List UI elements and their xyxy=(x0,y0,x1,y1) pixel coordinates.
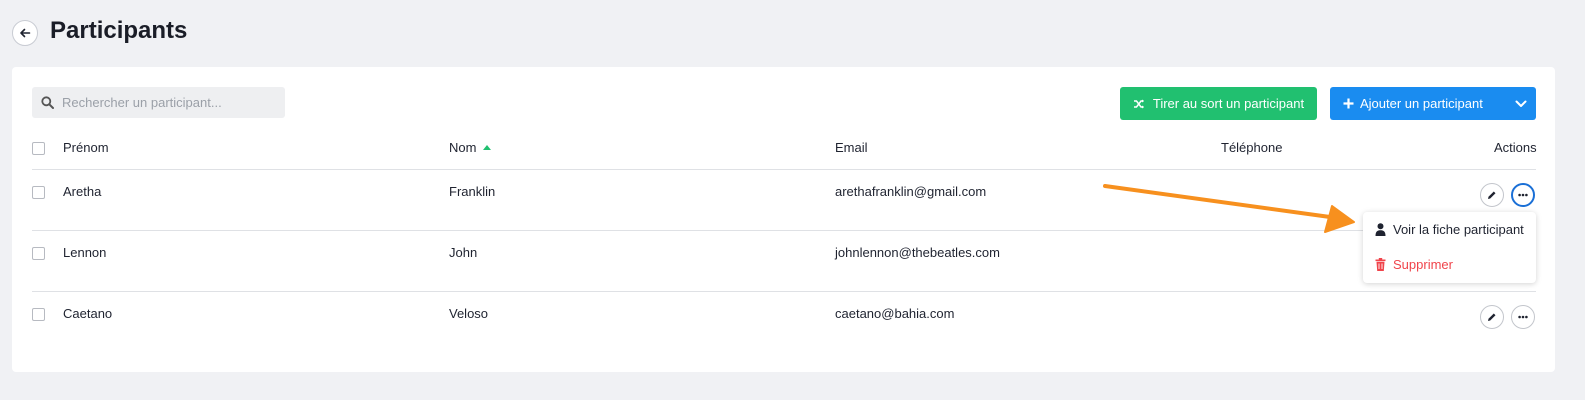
ellipsis-icon xyxy=(1518,315,1528,319)
pencil-icon xyxy=(1488,191,1496,199)
column-header-lastname[interactable]: Nom xyxy=(449,140,492,155)
ellipsis-icon xyxy=(1518,193,1528,197)
column-header-email[interactable]: Email xyxy=(835,140,868,155)
back-button[interactable] xyxy=(12,20,38,46)
cell-email: johnlennon@thebeatles.com xyxy=(835,245,1000,260)
sort-ascending-icon xyxy=(483,145,492,150)
menu-item-view-profile[interactable]: Voir la fiche participant xyxy=(1375,222,1524,237)
add-participant-button[interactable]: Ajouter un participant xyxy=(1330,87,1536,120)
plus-icon xyxy=(1343,98,1354,109)
add-participant-main[interactable]: Ajouter un participant xyxy=(1330,96,1506,111)
shuffle-icon xyxy=(1133,99,1144,108)
menu-item-view-label: Voir la fiche participant xyxy=(1393,222,1524,237)
column-header-phone[interactable]: Téléphone xyxy=(1221,140,1282,155)
arrow-left-icon xyxy=(20,28,31,38)
row-divider xyxy=(32,291,1536,292)
more-actions-button[interactable] xyxy=(1511,183,1535,207)
select-all-checkbox[interactable] xyxy=(32,142,45,155)
row-checkbox[interactable] xyxy=(32,186,45,199)
page-title: Participants xyxy=(50,17,188,44)
participants-card: Tirer au sort un participant Ajouter un … xyxy=(12,67,1555,372)
chevron-down-icon xyxy=(1515,100,1527,107)
row-checkbox[interactable] xyxy=(32,247,45,260)
more-actions-button[interactable] xyxy=(1511,305,1535,329)
row-checkbox[interactable] xyxy=(32,308,45,321)
row-actions-menu: Voir la fiche participant Supprimer xyxy=(1363,212,1536,283)
edit-button[interactable] xyxy=(1480,183,1504,207)
cell-lastname: Franklin xyxy=(449,184,496,199)
cell-lastname: Veloso xyxy=(449,306,489,321)
trash-icon xyxy=(1375,258,1386,271)
cell-firstname: Lennon xyxy=(63,245,107,260)
cell-email: arethafranklin@gmail.com xyxy=(835,184,987,199)
column-header-actions: Actions xyxy=(1494,140,1537,155)
cell-firstname: Caetano xyxy=(63,306,113,321)
header-divider xyxy=(32,169,1536,170)
user-icon xyxy=(1375,223,1386,236)
add-options-toggle[interactable] xyxy=(1506,100,1536,108)
draw-participant-label: Tirer au sort un participant xyxy=(1152,96,1305,111)
menu-item-delete[interactable]: Supprimer xyxy=(1375,257,1453,272)
pencil-icon xyxy=(1488,313,1496,321)
cell-lastname: John xyxy=(449,245,478,260)
edit-button[interactable] xyxy=(1480,305,1504,329)
row-divider xyxy=(32,230,1536,231)
search-icon xyxy=(41,96,54,109)
add-participant-label: Ajouter un participant xyxy=(1360,96,1483,111)
cell-firstname: Aretha xyxy=(63,184,102,199)
menu-item-delete-label: Supprimer xyxy=(1393,257,1453,272)
column-header-firstname[interactable]: Prénom xyxy=(63,140,109,155)
search-input[interactable] xyxy=(62,95,272,110)
cell-email: caetano@bahia.com xyxy=(835,306,955,321)
search-box[interactable] xyxy=(32,87,285,118)
draw-participant-button[interactable]: Tirer au sort un participant xyxy=(1120,87,1317,120)
